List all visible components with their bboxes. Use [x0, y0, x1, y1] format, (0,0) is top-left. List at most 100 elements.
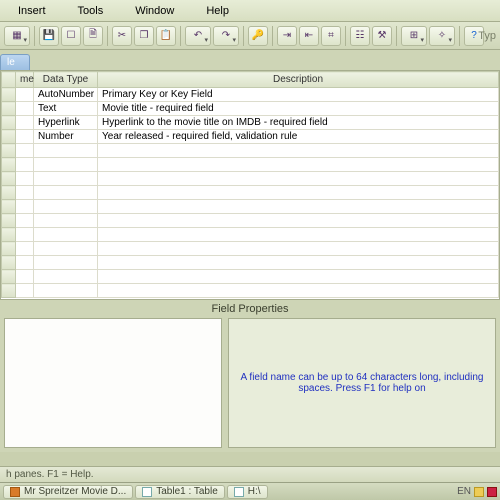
cell-description[interactable]: [98, 242, 499, 256]
row-selector[interactable]: [2, 256, 16, 270]
row-selector[interactable]: [2, 116, 16, 130]
view-button[interactable]: ▦: [4, 26, 30, 46]
row-selector[interactable]: [2, 284, 16, 298]
paste-button[interactable]: 📋: [156, 26, 176, 46]
table-row[interactable]: [2, 270, 499, 284]
cell-fieldname[interactable]: [16, 256, 34, 270]
cell-datatype[interactable]: Hyperlink: [34, 116, 98, 130]
cell-description[interactable]: [98, 186, 499, 200]
window-item-drive[interactable]: H:\: [227, 485, 268, 499]
properties-button[interactable]: ☷: [350, 26, 370, 46]
cell-datatype[interactable]: [34, 214, 98, 228]
cell-fieldname[interactable]: [16, 228, 34, 242]
cell-datatype[interactable]: [34, 270, 98, 284]
table-row[interactable]: [2, 284, 499, 298]
row-selector[interactable]: [2, 242, 16, 256]
row-selector[interactable]: [2, 214, 16, 228]
cell-datatype[interactable]: [34, 228, 98, 242]
preview-button[interactable]: 🗎: [83, 26, 103, 46]
save-button[interactable]: 💾: [39, 26, 59, 46]
cell-description[interactable]: [98, 256, 499, 270]
build-button[interactable]: ⚒: [372, 26, 392, 46]
child-window-title[interactable]: le: [0, 54, 30, 70]
cell-fieldname[interactable]: [16, 186, 34, 200]
corner-cell[interactable]: [2, 72, 16, 88]
table-row[interactable]: [2, 228, 499, 242]
cell-datatype[interactable]: Number: [34, 130, 98, 144]
row-selector[interactable]: [2, 186, 16, 200]
cell-description[interactable]: [98, 214, 499, 228]
cell-datatype[interactable]: Text: [34, 102, 98, 116]
table-row[interactable]: NumberYear released - required field, va…: [2, 130, 499, 144]
copy-button[interactable]: ❐: [134, 26, 154, 46]
table-row[interactable]: [2, 242, 499, 256]
cell-description[interactable]: [98, 200, 499, 214]
menu-window[interactable]: Window: [119, 2, 190, 20]
delete-rows-button[interactable]: ⇤: [299, 26, 319, 46]
cell-datatype[interactable]: [34, 200, 98, 214]
table-row[interactable]: [2, 186, 499, 200]
cell-datatype[interactable]: AutoNumber: [34, 88, 98, 102]
dbwindow-button[interactable]: ⊞: [401, 26, 427, 46]
menu-help[interactable]: Help: [190, 2, 245, 20]
cell-fieldname[interactable]: [16, 130, 34, 144]
row-selector[interactable]: [2, 200, 16, 214]
cell-datatype[interactable]: [34, 158, 98, 172]
field-properties-pane[interactable]: [4, 318, 222, 448]
design-grid[interactable]: me Data Type Description AutoNumberPrima…: [0, 70, 500, 300]
newobject-button[interactable]: ✧: [429, 26, 455, 46]
cell-description[interactable]: Hyperlink to the movie title on IMDB - r…: [98, 116, 499, 130]
tray-icon[interactable]: [487, 487, 497, 497]
row-selector[interactable]: [2, 270, 16, 284]
cell-datatype[interactable]: [34, 256, 98, 270]
row-selector[interactable]: [2, 228, 16, 242]
row-selector[interactable]: [2, 130, 16, 144]
cell-fieldname[interactable]: [16, 88, 34, 102]
cell-fieldname[interactable]: [16, 242, 34, 256]
row-selector[interactable]: [2, 88, 16, 102]
cell-datatype[interactable]: [34, 186, 98, 200]
table-row[interactable]: [2, 144, 499, 158]
cell-description[interactable]: [98, 284, 499, 298]
key-button[interactable]: 🔑: [248, 26, 268, 46]
cell-fieldname[interactable]: [16, 144, 34, 158]
redo-button[interactable]: ↷: [213, 26, 239, 46]
cell-datatype[interactable]: [34, 172, 98, 186]
cell-description[interactable]: Year released - required field, validati…: [98, 130, 499, 144]
row-selector[interactable]: [2, 172, 16, 186]
cell-fieldname[interactable]: [16, 102, 34, 116]
table-row[interactable]: HyperlinkHyperlink to the movie title on…: [2, 116, 499, 130]
cell-fieldname[interactable]: [16, 200, 34, 214]
cell-description[interactable]: [98, 228, 499, 242]
undo-button[interactable]: ↶: [185, 26, 211, 46]
tray-icon[interactable]: [474, 487, 484, 497]
table-row[interactable]: AutoNumberPrimary Key or Key Field: [2, 88, 499, 102]
table-row[interactable]: [2, 200, 499, 214]
menu-tools[interactable]: Tools: [62, 2, 120, 20]
cell-fieldname[interactable]: [16, 158, 34, 172]
window-item-table[interactable]: Table1 : Table: [135, 485, 225, 499]
cell-description[interactable]: [98, 172, 499, 186]
cell-fieldname[interactable]: [16, 214, 34, 228]
table-row[interactable]: [2, 172, 499, 186]
cell-description[interactable]: Primary Key or Key Field: [98, 88, 499, 102]
table-row[interactable]: [2, 214, 499, 228]
col-datatype[interactable]: Data Type: [34, 72, 98, 88]
row-selector[interactable]: [2, 144, 16, 158]
cut-button[interactable]: ✂: [112, 26, 132, 46]
cell-description[interactable]: Movie title - required field: [98, 102, 499, 116]
cell-datatype[interactable]: [34, 242, 98, 256]
insert-rows-button[interactable]: ⇥: [277, 26, 297, 46]
cell-description[interactable]: [98, 158, 499, 172]
cell-fieldname[interactable]: [16, 270, 34, 284]
cell-description[interactable]: [98, 144, 499, 158]
cell-fieldname[interactable]: [16, 116, 34, 130]
cell-description[interactable]: [98, 270, 499, 284]
col-fieldname[interactable]: me: [16, 72, 34, 88]
cell-fieldname[interactable]: [16, 284, 34, 298]
cell-datatype[interactable]: [34, 284, 98, 298]
cell-datatype[interactable]: [34, 144, 98, 158]
table-row[interactable]: [2, 256, 499, 270]
print-button[interactable]: ☐: [61, 26, 81, 46]
cell-fieldname[interactable]: [16, 172, 34, 186]
